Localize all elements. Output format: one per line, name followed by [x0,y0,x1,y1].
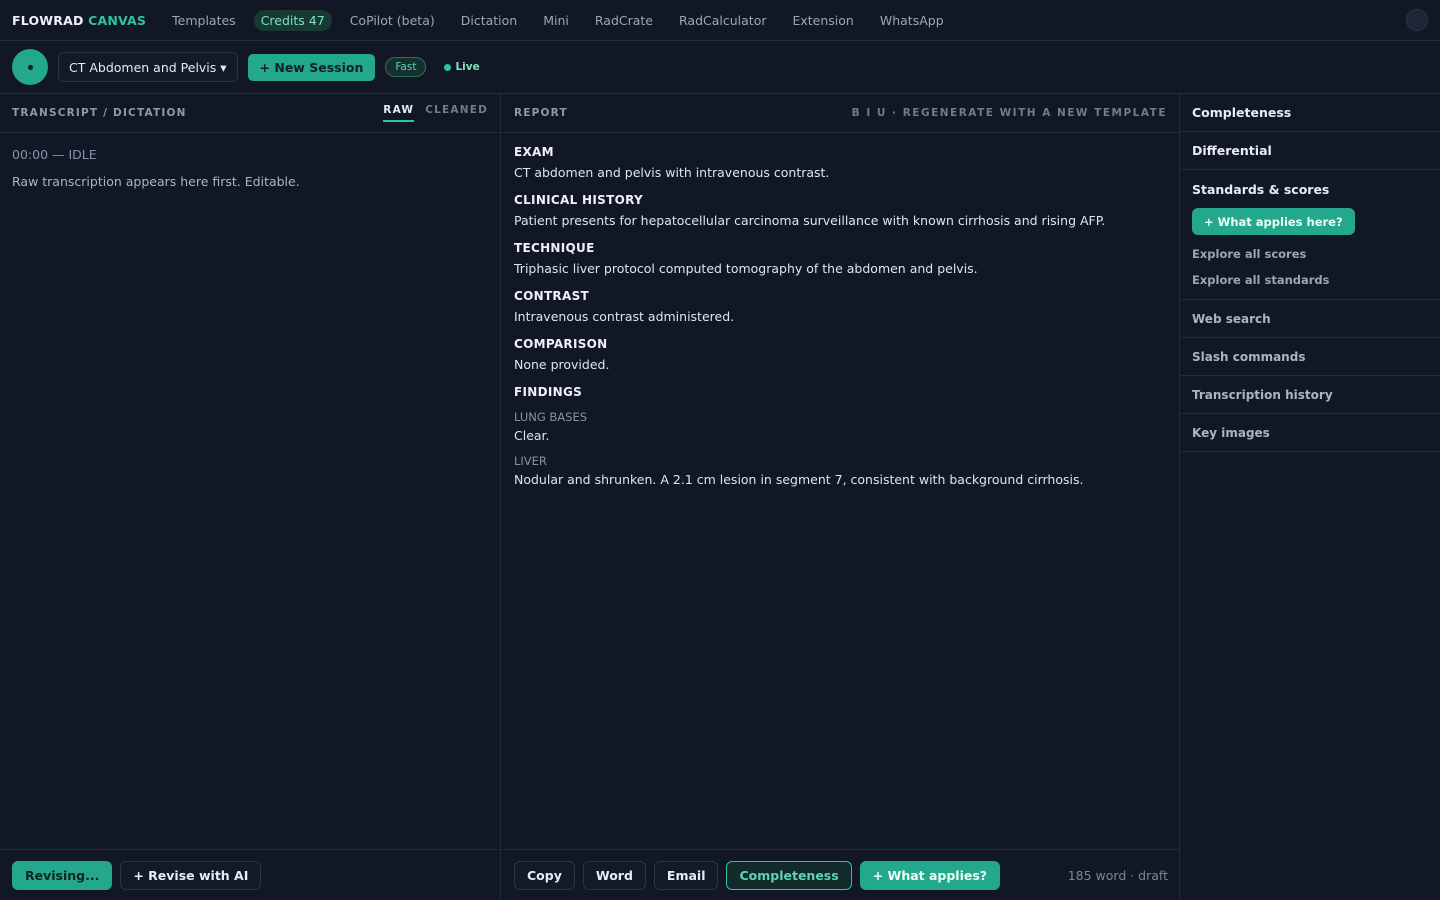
report-title: REPORT [514,107,568,119]
section-text-technique: Triphasic liver protocol computed tomogr… [514,261,978,276]
explore-standards-link[interactable]: Explore all standards [1192,273,1428,287]
sidebar-item-key-images[interactable]: Key images [1180,414,1440,452]
transcript-placeholder: Raw transcription appears here first. Ed… [12,174,300,189]
sidebar-item-transcription-history[interactable]: Transcription history [1180,376,1440,414]
user-avatar[interactable] [1406,9,1428,31]
live-dot-icon [444,63,452,71]
nav-whatsapp[interactable]: WhatsApp [880,13,944,28]
credits-badge[interactable]: Credits 47 [253,9,332,31]
what-applies-here-button[interactable]: + What applies here? [1192,208,1355,235]
section-text-comparison: None provided. [514,357,610,372]
transcript-panel: TRANSCRIPT / DICTATION RAW CLEANED 00:00… [0,94,501,900]
section-text-contrast: Intravenous contrast administered. [514,309,735,324]
template-select[interactable]: CT Abdomen and Pelvis ▾ [58,52,238,82]
top-nav: FLOWRAD CANVAS Templates Credits 47 CoPi… [0,0,1440,41]
sidebar-item-slash-commands[interactable]: Slash commands [1180,338,1440,376]
section-heading-findings: FINDINGS [514,385,583,399]
nav-radcalculator[interactable]: RadCalculator [679,13,766,28]
timer-status: 00:00 — IDLE [12,147,97,162]
word-count-status: 185 word · draft [1067,867,1168,883]
section-heading-contrast: CONTRAST [514,289,589,303]
nav-mini[interactable]: Mini [543,13,569,28]
word-export-button[interactable]: Word [582,860,646,890]
new-session-button[interactable]: + New Session [247,53,376,81]
revise-with-ai-button[interactable]: + Revise with AI [120,860,262,890]
sidebar-item-differential[interactable]: Differential [1180,132,1440,170]
sidebar-item-web-search[interactable]: Web search [1180,300,1440,338]
report-editor[interactable]: EXAM CT abdomen and pelvis with intraven… [502,133,1179,499]
sidebar-item-completeness[interactable]: Completeness [1180,94,1440,132]
report-format-toolbar[interactable]: B I U · REGENERATE WITH A NEW TEMPLATE [852,107,1167,119]
live-indicator: Live [444,61,480,73]
section-heading-comparison: COMPARISON [514,337,608,351]
mode-chip-fast[interactable]: Fast [385,57,427,77]
section-text-exam: CT abdomen and pelvis with intravenous c… [514,165,830,180]
sidebar-item-standards[interactable]: Standards & scores [1192,170,1428,208]
report-header: REPORT B I U · REGENERATE WITH A NEW TEM… [502,94,1179,133]
sidebar-group-standards: Standards & scores + What applies here? … [1180,170,1440,300]
report-panel: REPORT B I U · REGENERATE WITH A NEW TEM… [502,94,1180,900]
transcript-tabs: RAW CLEANED [383,104,488,122]
brand-accent: CANVAS [88,12,147,28]
section-heading-history: CLINICAL HISTORY [514,193,643,207]
section-heading-exam: EXAM [514,145,554,159]
record-dot-icon [27,64,33,70]
report-actions: Copy Word Email Completeness + What appl… [502,849,1180,900]
nav-radcrate[interactable]: RadCrate [595,13,653,28]
nav-templates[interactable]: Templates [172,13,236,28]
transcript-title: TRANSCRIPT / DICTATION [12,107,187,119]
record-button[interactable] [12,49,48,85]
subsection-text-lung-bases: Clear. [514,428,550,443]
session-toolbar: CT Abdomen and Pelvis ▾ + New Session Fa… [0,41,1440,94]
email-button[interactable]: Email [653,860,719,890]
subsection-heading-lung-bases: LUNG BASES [514,410,588,424]
section-heading-technique: TECHNIQUE [514,241,595,255]
transcript-body[interactable]: 00:00 — IDLE Raw transcription appears h… [0,133,500,203]
section-text-history: Patient presents for hepatocellular carc… [514,213,1106,228]
tab-raw[interactable]: RAW [383,104,415,122]
subsection-text-liver: Nodular and shrunken. A 2.1 cm lesion in… [514,472,1084,487]
transcript-actions: Revising... + Revise with AI [0,849,501,900]
revising-button[interactable]: Revising... [12,860,113,890]
tools-sidebar: Completeness Differential Standards & sc… [1180,94,1440,900]
explore-scores-link[interactable]: Explore all scores [1192,247,1428,261]
what-applies-button[interactable]: + What applies? [859,860,1001,890]
completeness-button[interactable]: Completeness [726,860,852,890]
live-label: Live [455,61,480,73]
nav-extension[interactable]: Extension [792,13,853,28]
brand-main: FLOWRAD [12,12,84,28]
nav-copilot[interactable]: CoPilot (beta) [350,13,435,28]
subsection-heading-liver: LIVER [514,454,547,468]
nav-dictation[interactable]: Dictation [461,13,517,28]
copy-button[interactable]: Copy [514,860,575,890]
tab-cleaned[interactable]: CLEANED [425,104,488,122]
brand-logo[interactable]: FLOWRAD CANVAS [12,13,146,28]
transcript-header: TRANSCRIPT / DICTATION RAW CLEANED [0,94,500,133]
